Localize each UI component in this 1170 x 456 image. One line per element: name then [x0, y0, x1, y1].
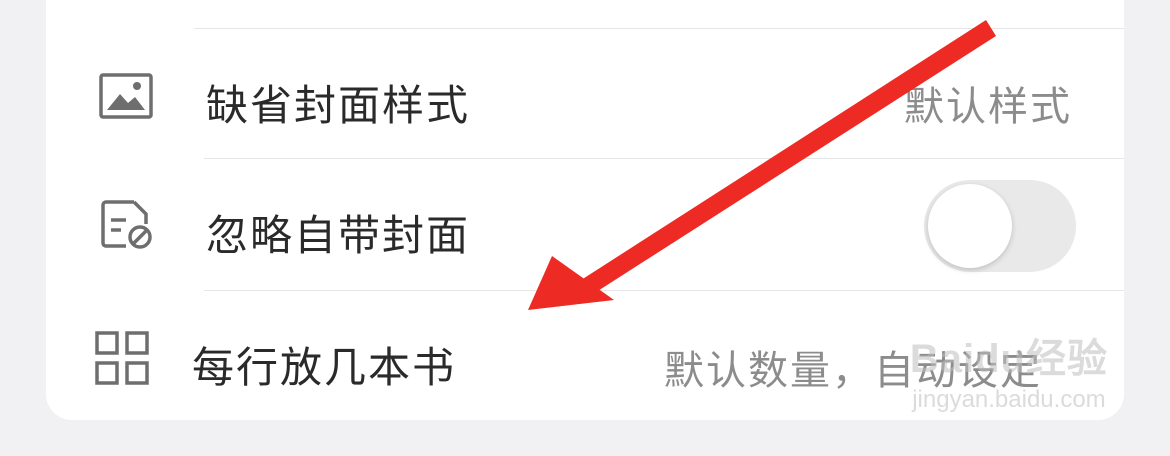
- default-cover-style-label: 缺省封面样式: [206, 81, 471, 130]
- grid-icon: [92, 328, 152, 388]
- books-per-row-value: 默认数量，自动设定: [664, 348, 1042, 394]
- default-cover-style-row[interactable]: 缺省封面样式 默认样式: [46, 38, 1124, 158]
- books-per-row-label: 每行放几本书: [192, 343, 457, 392]
- ignore-embedded-cover-label: 忽略自带封面: [206, 211, 471, 260]
- divider: [194, 28, 1124, 29]
- books-per-row-row[interactable]: 每行放几本书 默认数量，自动设定: [46, 296, 1124, 416]
- toggle-knob: [928, 184, 1012, 268]
- divider: [204, 158, 1124, 159]
- ignore-embedded-cover-row: 忽略自带封面: [46, 164, 1124, 284]
- divider: [204, 290, 1124, 291]
- ignore-embedded-cover-toggle[interactable]: [924, 180, 1076, 272]
- default-cover-style-value: 默认样式: [904, 84, 1072, 130]
- settings-card: 缺省封面样式 默认样式 忽略自带封面 每行放几本书 默认数量，自动设定: [46, 0, 1124, 420]
- ignore-cover-icon: [96, 194, 156, 254]
- image-icon: [96, 66, 156, 126]
